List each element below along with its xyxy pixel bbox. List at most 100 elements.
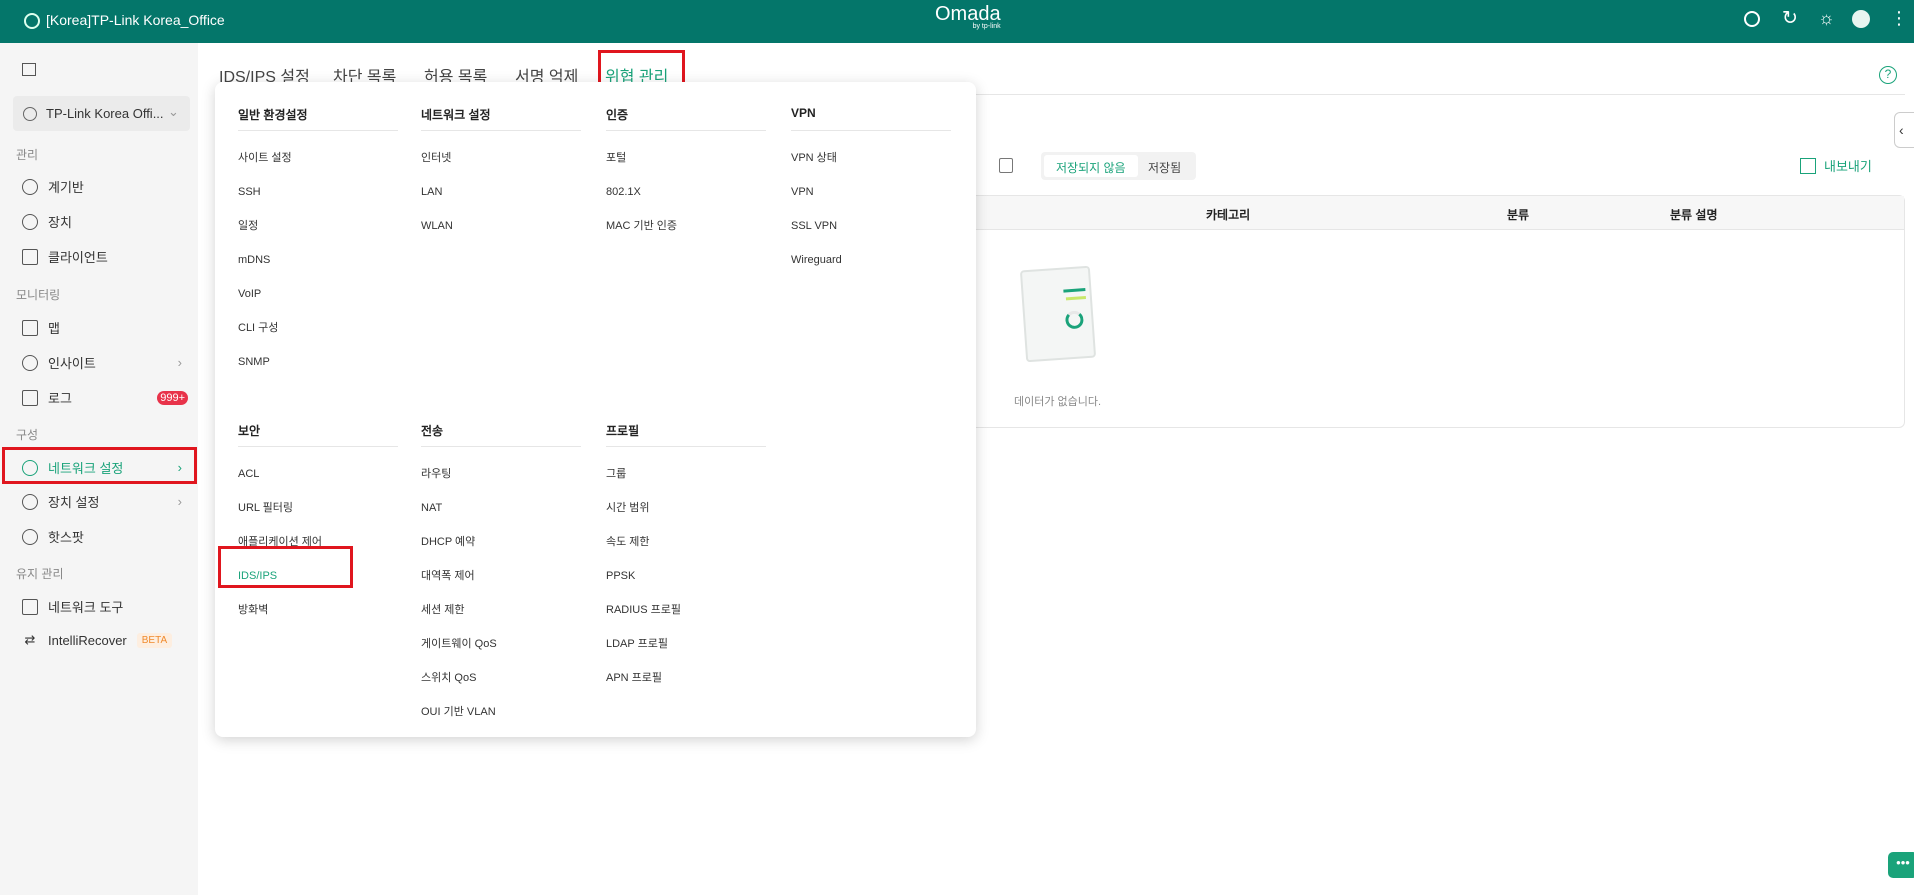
menu-column-title: 전송 [421, 422, 581, 447]
menu-item[interactable]: VoIP [238, 277, 418, 311]
empty-clipboard-illustration [1019, 265, 1097, 363]
chevron-right-icon: › [177, 494, 182, 509]
site-selector[interactable]: TP-Link Korea Offi... ⌄ [13, 96, 190, 131]
section-label: 모니터링 [16, 288, 61, 302]
help-icon[interactable]: ? [1879, 66, 1897, 84]
menu-item[interactable]: LDAP 프로필 [606, 627, 786, 661]
menu-item[interactable]: 세션 제한 [421, 593, 601, 627]
menu-item[interactable]: APN 프로필 [606, 661, 786, 695]
refresh-icon[interactable]: ↻ [1782, 7, 1798, 30]
segment-saved[interactable]: 저장됨 [1148, 159, 1181, 176]
calendar-icon[interactable] [999, 158, 1013, 173]
sidebar-toggle-icon[interactable] [22, 63, 36, 76]
dashboard-icon [22, 178, 38, 195]
more-icon[interactable]: ⋮ [1890, 8, 1908, 29]
menu-column-title: 인증 [606, 106, 766, 131]
avatar[interactable] [1852, 10, 1870, 28]
menu-item[interactable]: 라우팅 [421, 457, 601, 491]
menu-column-title: 프로필 [606, 422, 766, 447]
menu-column: 일반 환경설정사이트 설정 SSH 일정 mDNS VoIP CLI 구성 SNMP [238, 106, 418, 379]
insight-icon [22, 354, 38, 371]
section-label: 구성 [16, 428, 39, 442]
menu-item[interactable]: 방화벽 [238, 593, 418, 627]
sidebar-item-network-tools[interactable]: 네트워크 도구 [22, 597, 182, 616]
menu-item[interactable]: VPN [791, 175, 971, 209]
segment-unsaved[interactable]: 저장되지 않음 [1044, 155, 1138, 177]
highlight-box [218, 546, 353, 588]
search-icon[interactable] [1744, 11, 1760, 27]
table-header [961, 196, 1904, 230]
menu-item[interactable]: 사이트 설정 [238, 141, 418, 175]
menu-item[interactable]: LAN [421, 175, 601, 209]
theme-icon[interactable]: ☼ [1818, 8, 1835, 29]
menu-column-title: 보안 [238, 422, 398, 447]
menu-item[interactable]: 그룹 [606, 457, 786, 491]
menu-item[interactable]: Wireguard [791, 243, 971, 277]
device-icon [22, 213, 38, 230]
menu-item[interactable]: VPN 상태 [791, 141, 971, 175]
label: 계기반 [48, 180, 84, 195]
menu-column: 프로필그룹 시간 범위 속도 제한 PPSK RADIUS 프로필 LDAP 프로필 APN… [606, 422, 786, 695]
chevron-down-icon: ⌄ [168, 104, 179, 119]
sidebar-item-log[interactable]: 로그 999+ [22, 388, 188, 407]
label: 장치 설정 [48, 495, 100, 510]
menu-item[interactable]: SSH [238, 175, 418, 209]
menu-item[interactable]: 포털 [606, 141, 786, 175]
sidebar-item-hotspot[interactable]: 핫스팟 [22, 527, 182, 546]
label: IntelliRecover [48, 632, 127, 648]
sidebar-item-dashboard[interactable]: 계기반 [22, 177, 182, 196]
menu-column: VPN VPN 상태 VPN SSL VPN Wireguard [791, 106, 971, 277]
export-button[interactable]: 내보내기 [1800, 156, 1872, 175]
sidebar-item-device-settings[interactable]: 장치 설정 › [22, 492, 182, 511]
menu-item[interactable]: mDNS [238, 243, 418, 277]
site-name: TP-Link Korea Offi... [46, 106, 164, 121]
menu-item[interactable]: 대역폭 제어 [421, 559, 601, 593]
sidebar-item-intellirecover[interactable]: ⇄ IntelliRecover BETA [22, 632, 182, 648]
recover-icon: ⇄ [24, 632, 36, 647]
section-label: 관리 [16, 148, 39, 162]
section-label: 유지 관리 [16, 567, 64, 581]
sidebar-item-devices[interactable]: 장치 [22, 212, 182, 231]
menu-item[interactable]: 스위치 QoS [421, 661, 601, 695]
menu-item[interactable]: PPSK [606, 559, 786, 593]
label: 클라이언트 [48, 250, 108, 265]
menu-column-title: VPN [791, 106, 951, 131]
menu-column-title: 일반 환경설정 [238, 106, 398, 131]
label: 인사이트 [48, 356, 96, 371]
menu-item[interactable]: 인터넷 [421, 141, 601, 175]
site-title[interactable]: [Korea]TP-Link Korea_Office [46, 12, 225, 28]
sidebar-item-insight[interactable]: 인사이트 › [22, 353, 182, 372]
menu-item[interactable]: 802.1X [606, 175, 786, 209]
menu-item[interactable]: CLI 구성 [238, 311, 418, 345]
sidebar-item-map[interactable]: 맵 [22, 318, 182, 337]
chat-icon[interactable]: ••• [1888, 852, 1914, 878]
menu-item[interactable]: NAT [421, 491, 601, 525]
menu-item[interactable]: 일정 [238, 209, 418, 243]
menu-item[interactable]: 시간 범위 [606, 491, 786, 525]
beta-badge: BETA [136, 632, 173, 648]
menu-item[interactable]: MAC 기반 인증 [606, 209, 786, 243]
menu-item[interactable]: RADIUS 프로필 [606, 593, 786, 627]
menu-item[interactable]: SSL VPN [791, 209, 971, 243]
highlight-box [2, 447, 197, 484]
menu-item[interactable]: 게이트웨이 QoS [421, 627, 601, 661]
sidebar-item-clients[interactable]: 클라이언트 [22, 247, 182, 266]
menu-item[interactable]: DHCP 예약 [421, 525, 601, 559]
menu-item[interactable]: 속도 제한 [606, 525, 786, 559]
menu-column: 인증포털 802.1X MAC 기반 인증 [606, 106, 786, 243]
hotspot-icon [22, 528, 38, 545]
location-icon [23, 107, 37, 121]
column-classification-description: 분류 설명 [1670, 208, 1718, 222]
menu-item[interactable]: OUI 기반 VLAN [421, 695, 601, 729]
menu-item[interactable]: WLAN [421, 209, 601, 243]
menu-item[interactable]: ACL [238, 457, 418, 491]
chevron-right-icon: › [177, 355, 182, 370]
empty-state-text: 데이터가 없습니다. [1014, 396, 1102, 408]
menu-item[interactable]: SNMP [238, 345, 418, 379]
menu-item[interactable]: URL 필터링 [238, 491, 418, 525]
collapse-panel-button[interactable]: ‹ [1894, 112, 1914, 148]
menu-column: 전송라우팅 NAT DHCP 예약 대역폭 제어 세션 제한 게이트웨이 QoS 스위치 Q… [421, 422, 601, 729]
